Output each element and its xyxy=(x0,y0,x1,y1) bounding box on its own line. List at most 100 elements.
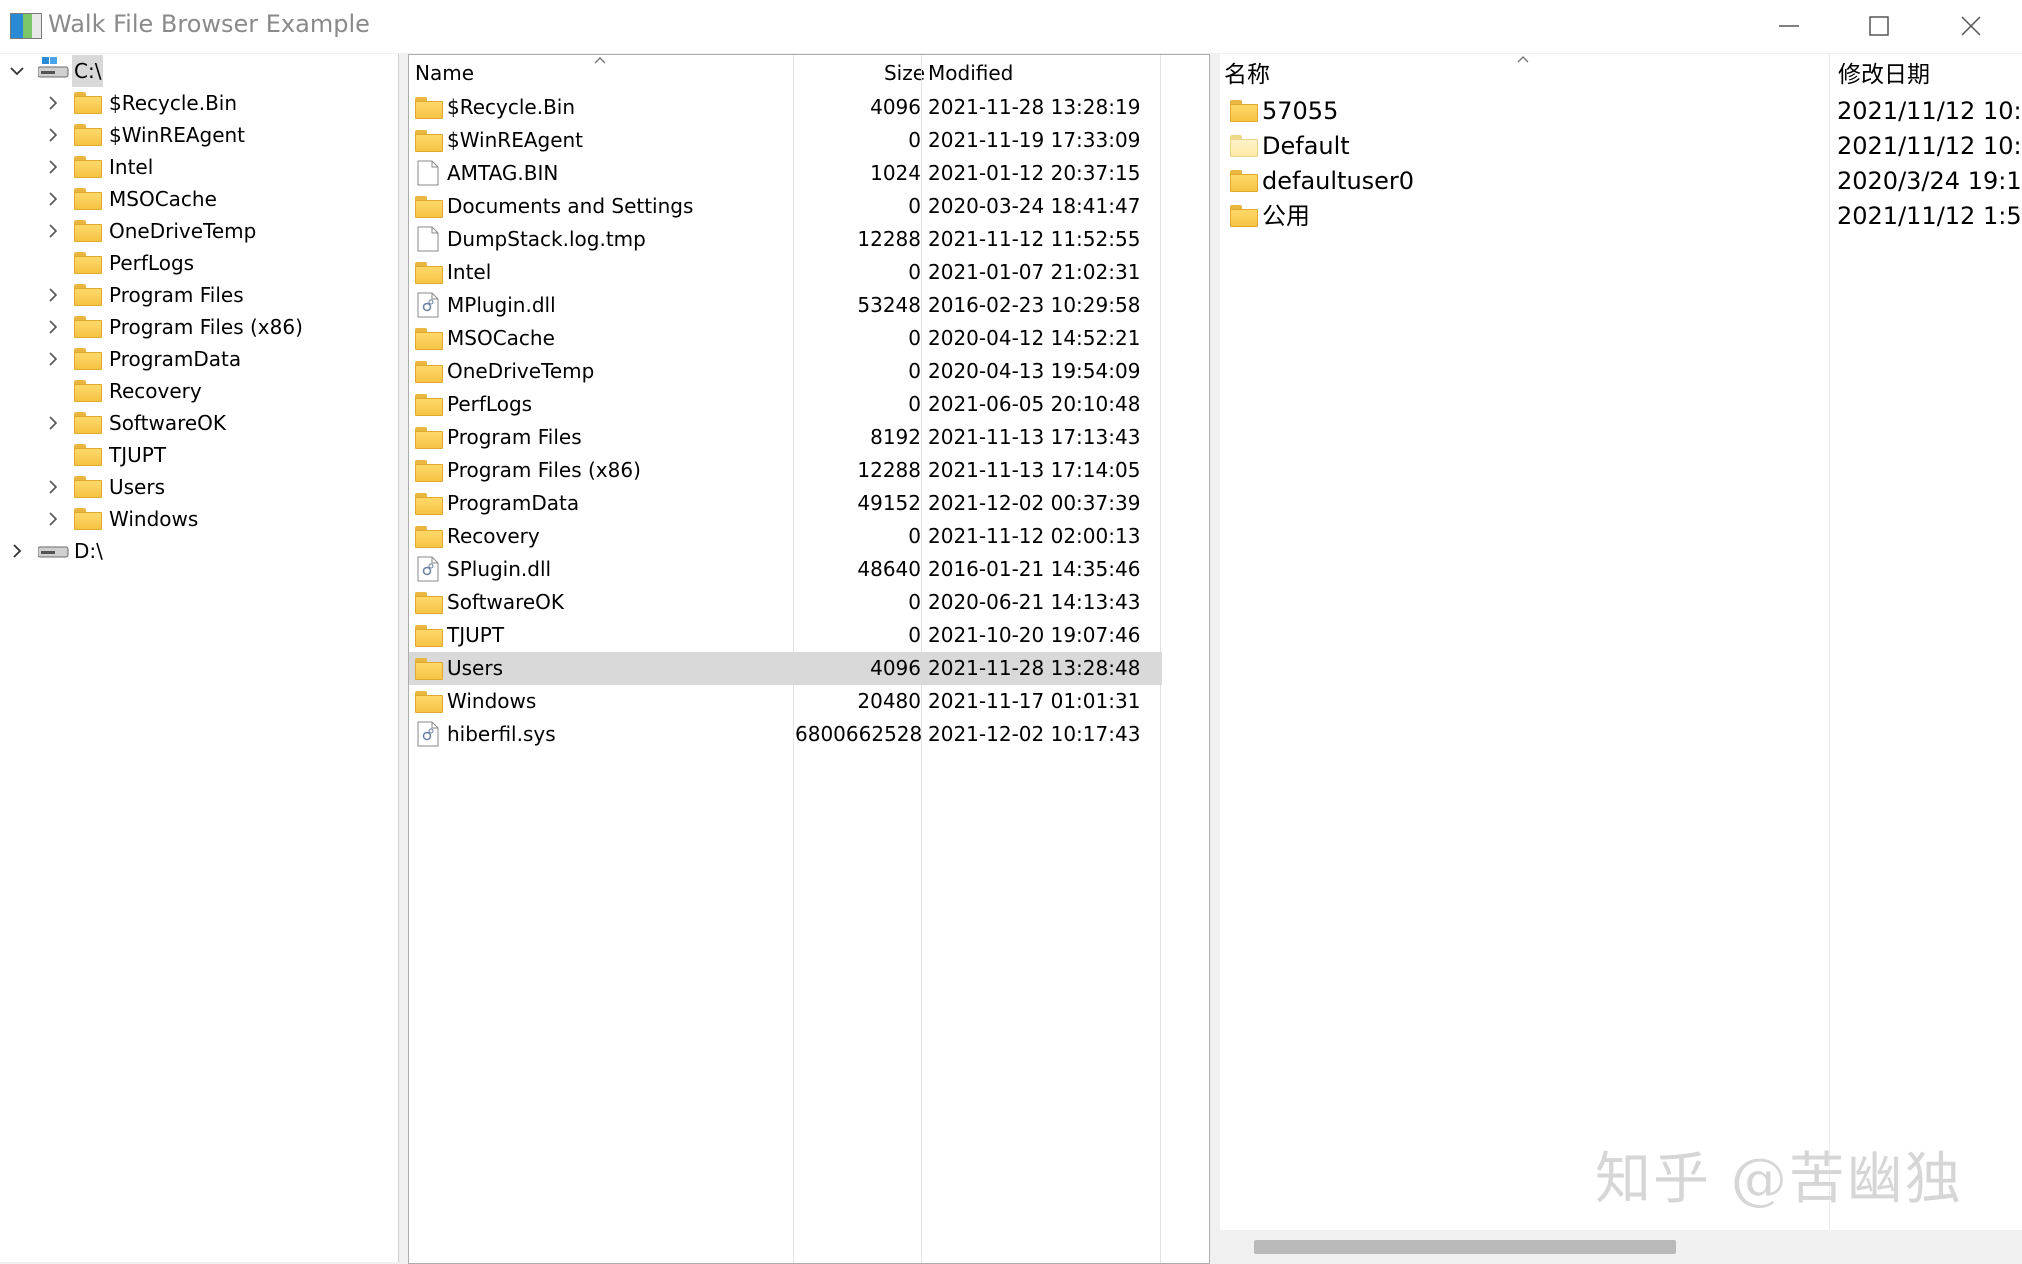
cell-modified: 2020-06-21 14:13:43 xyxy=(928,590,1141,614)
tree-item[interactable]: TJUPT xyxy=(0,439,398,471)
chevron-right-icon[interactable] xyxy=(46,128,60,142)
chevron-right-icon[interactable] xyxy=(46,96,60,110)
app-icon xyxy=(10,13,42,39)
cell-name: Program Files xyxy=(447,425,582,449)
settings-file-icon xyxy=(417,292,439,318)
maximize-icon xyxy=(1869,16,1889,36)
table-row[interactable]: AMTAG.BIN 1024 2021-01-12 20:37:15 xyxy=(409,157,1162,190)
list-item[interactable]: defaultuser0 2020/3/24 19:18 xyxy=(1220,164,2022,199)
minimize-button[interactable] xyxy=(1744,0,1834,53)
cell-size: 0 xyxy=(908,260,921,284)
chevron-right-icon[interactable] xyxy=(46,512,60,526)
detail-modified: 2020/3/24 19:18 xyxy=(1837,167,2022,195)
cell-name: OneDriveTemp xyxy=(447,359,595,383)
chevron-down-icon[interactable] xyxy=(10,64,24,78)
table-row[interactable]: Windows 20480 2021-11-17 01:01:31 xyxy=(409,685,1162,718)
detail-pane[interactable]: 名称 修改日期 57055 2021/11/12 10:5 Default 2021/… xyxy=(1220,54,2022,1262)
maximize-button[interactable] xyxy=(1834,0,1924,53)
tree-root-d[interactable]: D:\ xyxy=(0,535,398,567)
folder-icon xyxy=(74,284,102,306)
table-row[interactable]: MPlugin.dll 53248 2016-02-23 10:29:58 xyxy=(409,289,1162,322)
tree-item[interactable]: Windows xyxy=(0,503,398,535)
file-list[interactable]: Name Size Modified $Recycle.Bin 4096 2021-… xyxy=(408,54,1210,1264)
tree-item[interactable]: Users xyxy=(0,471,398,503)
table-row[interactable]: Intel 0 2021-01-07 21:02:31 xyxy=(409,256,1162,289)
table-row[interactable]: $WinREAgent 0 2021-11-19 17:33:09 xyxy=(409,124,1162,157)
tree-item[interactable]: SoftwareOK xyxy=(0,407,398,439)
table-row[interactable]: $Recycle.Bin 4096 2021-11-28 13:28:19 xyxy=(409,91,1162,124)
detail-header-name[interactable]: 名称 xyxy=(1224,54,1270,94)
chevron-right-icon[interactable] xyxy=(46,160,60,174)
splitter-left[interactable] xyxy=(399,54,408,1262)
tree-item-label: $WinREAgent xyxy=(109,123,246,147)
chevron-right-icon[interactable] xyxy=(46,224,60,238)
detail-name: defaultuser0 xyxy=(1262,167,1415,195)
column-header-size[interactable]: Size xyxy=(795,55,925,89)
cell-name: $WinREAgent xyxy=(447,128,584,152)
folder-icon xyxy=(415,394,443,416)
table-row[interactable]: MSOCache 0 2020-04-12 14:52:21 xyxy=(409,322,1162,355)
table-row[interactable]: Program Files (x86) 12288 2021-11-13 17:14… xyxy=(409,454,1162,487)
tree-item[interactable]: Intel xyxy=(0,151,398,183)
tree-root-c[interactable]: C:\ xyxy=(0,55,398,87)
chevron-right-icon[interactable] xyxy=(46,192,60,206)
tree-item[interactable]: $Recycle.Bin xyxy=(0,87,398,119)
tree-item[interactable]: PerfLogs xyxy=(0,247,398,279)
list-item[interactable]: 57055 2021/11/12 10:5 xyxy=(1220,94,2022,129)
cell-name: Users xyxy=(447,656,504,680)
tree-item-label: MSOCache xyxy=(109,187,217,211)
tree-item[interactable]: Recovery xyxy=(0,375,398,407)
table-row[interactable]: TJUPT 0 2021-10-20 19:07:46 xyxy=(409,619,1162,652)
cell-modified: 2016-01-21 14:35:46 xyxy=(928,557,1141,581)
table-row[interactable]: hiberfil.sys 6800662528 2021-12-02 10:17:4… xyxy=(409,718,1162,751)
close-button[interactable] xyxy=(1926,0,2016,53)
scrollbar-thumb[interactable] xyxy=(1254,1240,1676,1254)
tree-item[interactable]: Program Files (x86) xyxy=(0,311,398,343)
table-row[interactable]: SPlugin.dll 48640 2016-01-21 14:35:46 xyxy=(409,553,1162,586)
cell-size: 0 xyxy=(908,128,921,152)
cell-size: 0 xyxy=(908,524,921,548)
column-header-modified[interactable]: Modified xyxy=(928,55,1168,89)
tree-item[interactable]: $WinREAgent xyxy=(0,119,398,151)
folder-icon xyxy=(74,220,102,242)
cell-size: 8192 xyxy=(870,425,921,449)
table-row[interactable]: DumpStack.log.tmp 12288 2021-11-12 11:52:5… xyxy=(409,223,1162,256)
table-row[interactable]: Recovery 0 2021-11-12 02:00:13 xyxy=(409,520,1162,553)
folder-icon xyxy=(74,252,102,274)
table-row[interactable]: Program Files 8192 2021-11-13 17:13:43 xyxy=(409,421,1162,454)
cell-modified: 2021-01-12 20:37:15 xyxy=(928,161,1141,185)
tree-item[interactable]: OneDriveTemp xyxy=(0,215,398,247)
folder-tree[interactable]: C:\ $Recycle.Bin $WinREAgent Intel MSOCache… xyxy=(0,54,399,1262)
column-modified-label: Modified xyxy=(928,61,1014,85)
table-row[interactable]: Documents and Settings 0 2020-03-24 18:41:… xyxy=(409,190,1162,223)
column-divider[interactable] xyxy=(1829,54,1830,1262)
cell-modified: 2021-12-02 00:37:39 xyxy=(928,491,1141,515)
chevron-right-icon[interactable] xyxy=(10,544,24,558)
detail-modified: 2021/11/12 1:59 xyxy=(1837,202,2022,230)
tree-item[interactable]: ProgramData xyxy=(0,343,398,375)
chevron-right-icon[interactable] xyxy=(46,352,60,366)
table-row[interactable]: SoftwareOK 0 2020-06-21 14:13:43 xyxy=(409,586,1162,619)
settings-file-icon xyxy=(417,721,439,747)
chevron-right-icon[interactable] xyxy=(46,288,60,302)
cell-modified: 2021-11-12 11:52:55 xyxy=(928,227,1141,251)
chevron-right-icon[interactable] xyxy=(46,320,60,334)
cell-modified: 2016-02-23 10:29:58 xyxy=(928,293,1141,317)
cell-name: Program Files (x86) xyxy=(447,458,641,482)
tree-item[interactable]: MSOCache xyxy=(0,183,398,215)
splitter-right[interactable] xyxy=(1210,54,1220,1262)
table-row[interactable]: Users 4096 2021-11-28 13:28:48 xyxy=(409,652,1162,685)
chevron-right-icon[interactable] xyxy=(46,416,60,430)
tree-item[interactable]: Program Files xyxy=(0,279,398,311)
table-row[interactable]: OneDriveTemp 0 2020-04-13 19:54:09 xyxy=(409,355,1162,388)
folder-icon xyxy=(74,444,102,466)
file-icon xyxy=(417,160,439,186)
chevron-right-icon[interactable] xyxy=(46,480,60,494)
table-row[interactable]: PerfLogs 0 2021-06-05 20:10:48 xyxy=(409,388,1162,421)
detail-header-modified[interactable]: 修改日期 xyxy=(1838,54,1930,94)
list-item[interactable]: Default 2021/11/12 10:5 xyxy=(1220,129,2022,164)
list-item[interactable]: 公用 2021/11/12 1:59 xyxy=(1220,199,2022,234)
column-name-label: Name xyxy=(415,61,475,85)
cell-name: SoftwareOK xyxy=(447,590,565,614)
table-row[interactable]: ProgramData 49152 2021-12-02 00:37:39 xyxy=(409,487,1162,520)
